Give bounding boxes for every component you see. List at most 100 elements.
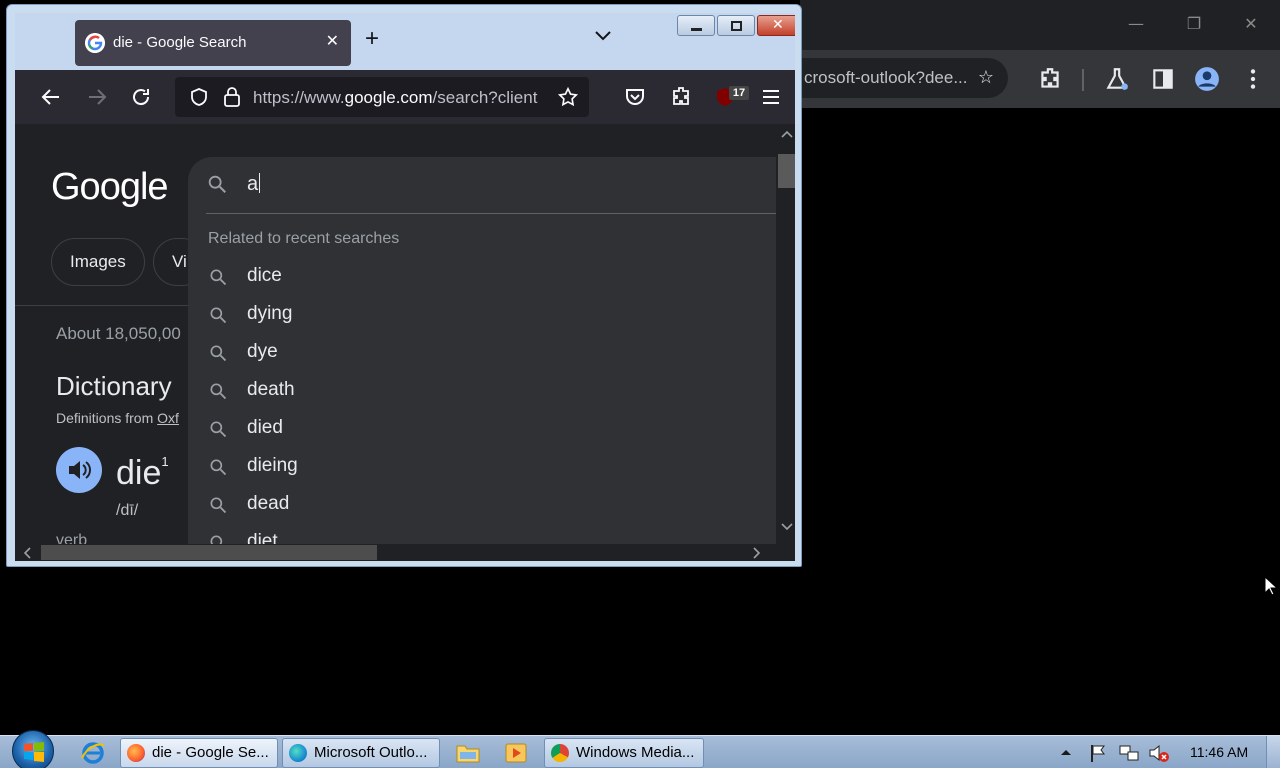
chrome-icon xyxy=(551,744,569,762)
hamburger-menu-icon[interactable] xyxy=(759,85,783,109)
minimize-icon[interactable]: — xyxy=(1122,10,1150,38)
kebab-menu-icon[interactable] xyxy=(1240,66,1266,92)
google-logo[interactable]: Google xyxy=(51,166,169,209)
vertical-scrollbar[interactable] xyxy=(776,124,795,544)
new-tab-button[interactable]: + xyxy=(365,27,379,51)
media-player-icon[interactable] xyxy=(503,740,529,766)
suggestion-item[interactable]: dye xyxy=(188,333,776,371)
search-icon xyxy=(210,421,227,438)
lock-icon[interactable] xyxy=(223,86,241,108)
back-icon[interactable] xyxy=(39,85,63,109)
suggestion-text: died xyxy=(247,417,283,438)
bookmark-star-icon[interactable] xyxy=(557,86,579,108)
reload-icon[interactable] xyxy=(129,85,153,109)
firefox-tabbar: die - Google Search ✕ + ✕ xyxy=(15,13,795,70)
speaker-icon xyxy=(69,461,91,479)
page-content: Google Images Vi About 18,050,00 Diction… xyxy=(15,124,795,561)
clock[interactable]: 11:46 AM xyxy=(1190,744,1248,760)
search-input[interactable]: a xyxy=(247,173,261,196)
definitions-source-link[interactable]: Oxf xyxy=(157,410,179,426)
suggestion-item[interactable]: death xyxy=(188,371,776,409)
suggestion-text: dice xyxy=(247,265,282,286)
result-stats: About 18,050,00 xyxy=(56,324,181,343)
search-icon xyxy=(210,269,227,286)
chrome-omnibox[interactable]: crosoft-outlook?dee... ☆ xyxy=(790,58,1008,98)
pocket-icon[interactable] xyxy=(623,85,647,109)
dictionary-word: die1 xyxy=(116,454,169,493)
suggestion-text: dye xyxy=(247,341,278,362)
vertical-scroll-thumb[interactable] xyxy=(778,154,795,188)
chip-images[interactable]: Images xyxy=(51,238,145,286)
close-button[interactable]: ✕ xyxy=(757,15,795,36)
scroll-up-icon[interactable] xyxy=(781,130,793,138)
tab-google-search[interactable]: die - Google Search ✕ xyxy=(75,20,351,66)
suggestion-text: dieing xyxy=(247,455,298,476)
suggestion-item[interactable]: died xyxy=(188,409,776,447)
chrome-titlebar: — ❐ ✕ xyxy=(800,0,1280,50)
search-icon xyxy=(210,459,227,476)
ublock-count-badge: 17 xyxy=(729,86,749,100)
volume-muted-icon[interactable] xyxy=(1148,743,1170,763)
show-hidden-icons-icon[interactable] xyxy=(1060,748,1072,756)
taskbar-button-chrome[interactable]: Windows Media... xyxy=(544,738,704,768)
search-icon xyxy=(210,497,227,514)
side-panel-icon[interactable] xyxy=(1150,66,1176,92)
search-query-text: a xyxy=(247,173,259,195)
extensions-icon[interactable] xyxy=(669,85,693,109)
chevron-down-icon[interactable] xyxy=(593,29,613,43)
suggestion-item[interactable]: dice xyxy=(188,257,776,295)
extensions-icon[interactable] xyxy=(1037,66,1063,92)
action-center-flag-icon[interactable] xyxy=(1088,743,1108,763)
tab-title: die - Google Search xyxy=(113,34,247,51)
folder-icon[interactable] xyxy=(455,740,481,766)
horizontal-scroll-thumb[interactable] xyxy=(41,545,377,560)
firefox-icon xyxy=(127,744,145,762)
suggestion-item[interactable]: dieing xyxy=(188,447,776,485)
firefox-navbar: https://www.google.com/search?client 17 xyxy=(15,70,795,124)
pronounce-button[interactable] xyxy=(56,447,102,493)
restore-icon[interactable]: ❐ xyxy=(1180,10,1208,38)
suggestion-text: dead xyxy=(247,493,290,514)
url-text: https://www.google.com/search?client xyxy=(253,88,545,108)
text-caret xyxy=(259,173,261,193)
profile-icon[interactable] xyxy=(1194,66,1220,92)
minimize-button[interactable] xyxy=(677,15,715,36)
shield-icon[interactable] xyxy=(189,87,209,107)
background-chrome-window: — ❐ ✕ crosoft-outlook?dee... ☆ xyxy=(790,0,1280,735)
related-searches-label: Related to recent searches xyxy=(208,230,400,247)
search-icon xyxy=(210,345,227,362)
horizontal-scrollbar[interactable] xyxy=(15,544,795,561)
url-prefix: https://www. xyxy=(253,88,345,107)
show-desktop-button[interactable] xyxy=(1266,736,1280,768)
restore-button[interactable] xyxy=(717,15,755,36)
close-icon[interactable]: ✕ xyxy=(1237,10,1265,38)
suggestion-item[interactable]: dying xyxy=(188,295,776,333)
search-box[interactable]: a xyxy=(188,157,776,213)
scroll-down-icon[interactable] xyxy=(781,523,793,531)
url-bar[interactable]: https://www.google.com/search?client xyxy=(175,77,589,117)
forward-icon[interactable] xyxy=(85,85,109,109)
url-domain: google.com xyxy=(344,88,433,107)
start-button[interactable] xyxy=(12,730,54,768)
star-icon[interactable]: ☆ xyxy=(978,58,994,98)
windows-logo-icon xyxy=(24,742,44,762)
scroll-left-icon[interactable] xyxy=(23,547,31,559)
edge-icon xyxy=(289,744,307,762)
taskbar-button-label: Windows Media... xyxy=(576,744,695,761)
taskbar: die - Google Se... Microsoft Outlo... Wi… xyxy=(0,730,1280,768)
search-suggestions-dropdown: a Related to recent searches dice dying dy… xyxy=(188,157,776,561)
scroll-right-icon[interactable] xyxy=(753,547,761,559)
search-icon xyxy=(208,175,226,193)
toolbar-separator xyxy=(1082,69,1084,91)
taskbar-button-firefox[interactable]: die - Google Se... xyxy=(120,738,278,768)
taskbar-button-label: Microsoft Outlo... xyxy=(314,744,428,761)
taskbar-button-outlook[interactable]: Microsoft Outlo... xyxy=(282,738,440,768)
suggestion-item[interactable]: dead xyxy=(188,485,776,523)
labs-icon[interactable] xyxy=(1104,66,1130,92)
network-icon[interactable] xyxy=(1118,743,1140,763)
internet-explorer-icon[interactable] xyxy=(80,740,106,766)
firefox-window: die - Google Search ✕ + ✕ https://www.go… xyxy=(6,4,802,567)
word-superscript: 1 xyxy=(161,454,169,469)
suggestions-divider xyxy=(206,213,776,214)
tab-close-icon[interactable]: ✕ xyxy=(326,31,339,50)
